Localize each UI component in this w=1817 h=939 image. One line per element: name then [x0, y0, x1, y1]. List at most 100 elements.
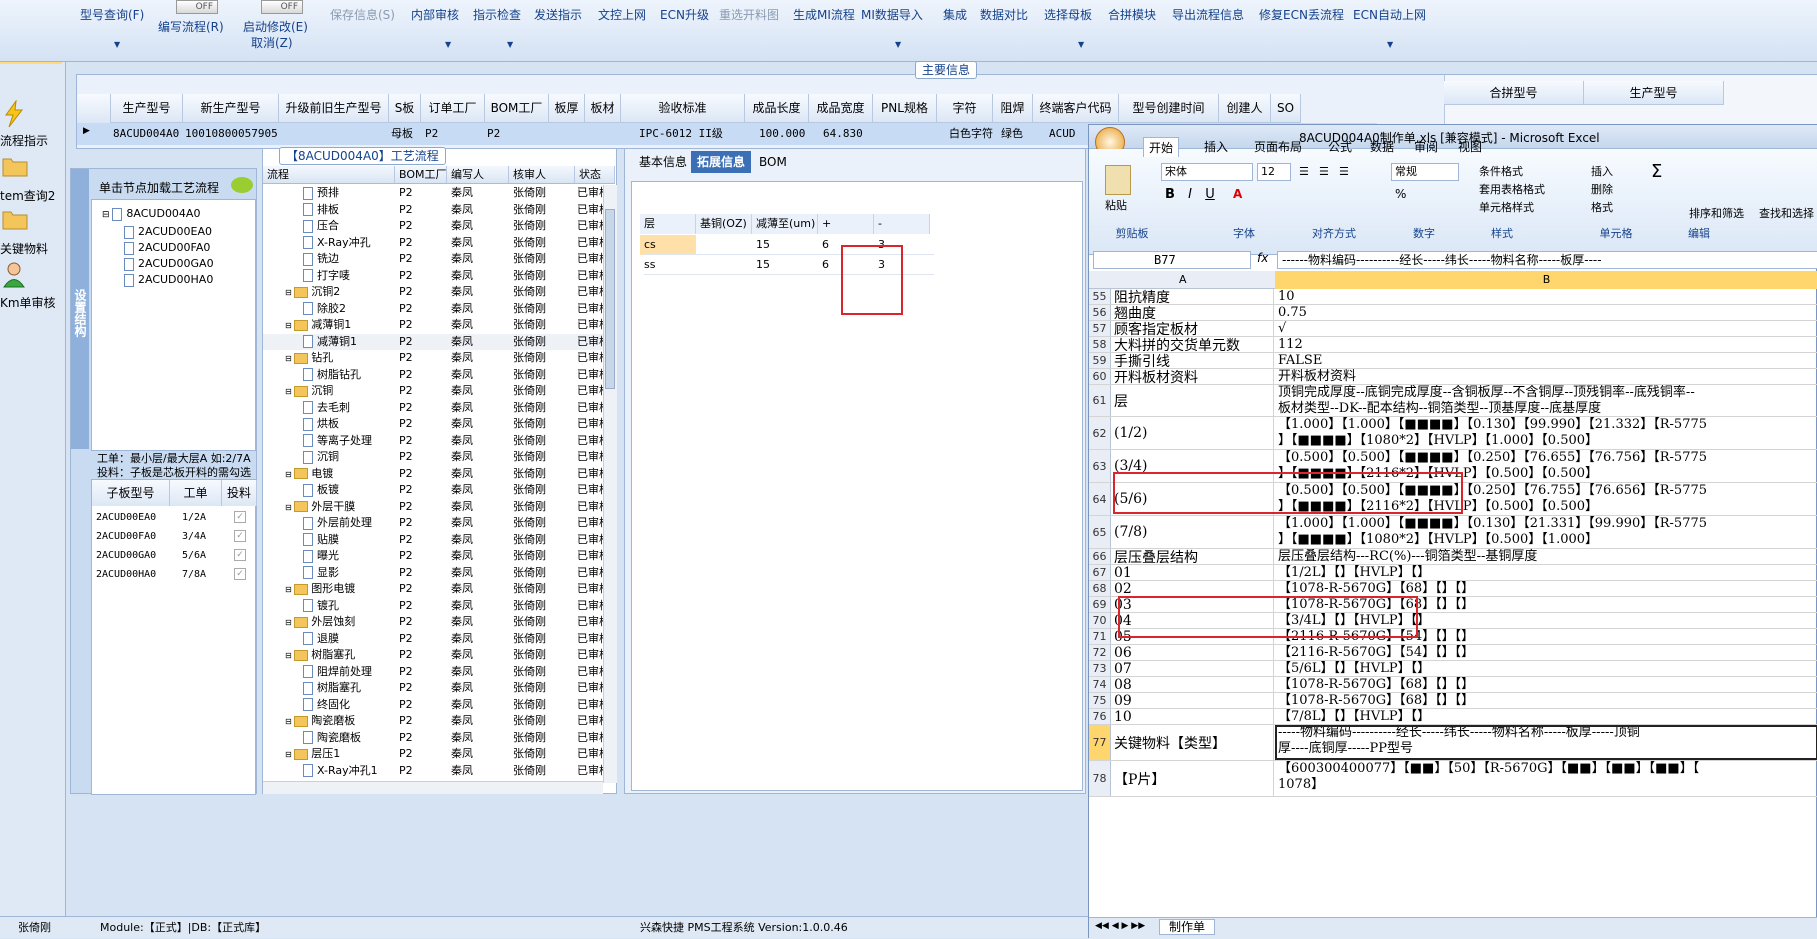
- column-header[interactable]: 生产型号: [111, 94, 183, 123]
- formula-bar[interactable]: ------物料编码----------经长-----纬长-----物料名称--…: [1277, 251, 1817, 269]
- row-number[interactable]: 76: [1089, 709, 1111, 724]
- cell-a[interactable]: 大料拼的交货单元数: [1111, 337, 1274, 352]
- style-menu-1[interactable]: 套用表格格式: [1479, 181, 1545, 197]
- cell-b[interactable]: 【2116-R-5670G】【54】【】【】: [1275, 645, 1817, 660]
- toolbar-button-14[interactable]: 选择母板: [1044, 6, 1092, 23]
- column-b-header[interactable]: B: [1275, 271, 1817, 289]
- excel-row[interactable]: 67 01 【1/2L】【】【HVLP】【】: [1089, 565, 1817, 581]
- toggle-switch[interactable]: OFF: [261, 0, 303, 14]
- cells-menu-1[interactable]: 删除: [1591, 181, 1613, 197]
- flow-column-header[interactable]: BOM工厂: [395, 166, 447, 184]
- cell-a[interactable]: 关键物料【类型】: [1111, 725, 1274, 760]
- name-box[interactable]: B77: [1093, 251, 1251, 269]
- toolbar-button-16[interactable]: 导出流程信息: [1172, 6, 1244, 23]
- cell-a[interactable]: 开料板材资料: [1111, 369, 1274, 384]
- function-icon[interactable]: fx: [1257, 251, 1268, 265]
- column-header[interactable]: SO: [1271, 94, 1301, 123]
- excel-row[interactable]: 78 【P片】 【600300400077】【■■】【50】【R-5670G】【■■…: [1089, 761, 1817, 797]
- vertical-tab-structure[interactable]: 设置结构: [71, 169, 89, 449]
- tree-node[interactable]: 2ACUD00HA0: [124, 270, 213, 289]
- row-number[interactable]: 57: [1089, 321, 1111, 336]
- chevron-down-icon[interactable]: ▼: [1078, 40, 1084, 49]
- column-header[interactable]: 阻焊: [993, 94, 1033, 123]
- toolbar-button-2[interactable]: 启动修改(E): [243, 18, 308, 35]
- excel-row[interactable]: 73 07 【5/6L】【】【HVLP】【】: [1089, 661, 1817, 677]
- chevron-down-icon[interactable]: ▼: [507, 40, 513, 49]
- sheet-nav-icon[interactable]: ◀◀ ◀ ▶ ▶▶: [1095, 921, 1145, 931]
- cell-b[interactable]: 层压叠层结构---RC(%)---铜箔类型--基铜厚度: [1275, 549, 1817, 564]
- row-number[interactable]: 69: [1089, 597, 1111, 612]
- row-number[interactable]: 60: [1089, 369, 1111, 384]
- ribbon-tab-0[interactable]: 开始: [1143, 137, 1180, 157]
- row-number[interactable]: 73: [1089, 661, 1111, 676]
- excel-row[interactable]: 61 层顶铜完成厚度--底铜完成厚度--含铜板厚--不含铜厚--顶残铜率--底残铜…: [1089, 385, 1817, 417]
- copper-cell[interactable]: [700, 235, 756, 255]
- cell-b[interactable]: 顶铜完成厚度--底铜完成厚度--含铜板厚--不含铜厚--顶残铜率--底残铜率--…: [1275, 385, 1817, 416]
- sheet-tab[interactable]: 制作单: [1159, 919, 1215, 935]
- column-header[interactable]: 板厚: [549, 94, 585, 123]
- merge-column-header[interactable]: 生产型号: [1584, 81, 1724, 105]
- flow-column-header[interactable]: 核审人: [509, 166, 575, 184]
- toggle-switch[interactable]: OFF: [176, 0, 218, 14]
- nav-item-3[interactable]: 流程指示: [0, 99, 62, 154]
- merge-column-header[interactable]: 合拼型号: [1444, 81, 1584, 105]
- excel-row[interactable]: 65 (7/8) 【1.000】【1.000】【■■■■】【0.130】【21.33…: [1089, 516, 1817, 549]
- copper-column-header[interactable]: 基铜(OZ): [696, 214, 752, 234]
- chevron-down-icon[interactable]: ▼: [1387, 40, 1393, 49]
- chevron-down-icon[interactable]: ▼: [445, 40, 451, 49]
- cell-a[interactable]: 02: [1111, 581, 1274, 596]
- cell-a[interactable]: 手撕引线: [1111, 353, 1274, 368]
- cell-a[interactable]: 【P片】: [1111, 761, 1274, 796]
- nav-item-6[interactable]: Km单审核: [0, 262, 62, 316]
- excel-row[interactable]: 74 08 【1078-R-5670G】【68】【】【】: [1089, 677, 1817, 693]
- copper-cell[interactable]: cs: [644, 235, 700, 255]
- toolbar-button-7[interactable]: 文控上网: [598, 6, 646, 23]
- column-header[interactable]: 升级前旧生产型号: [279, 94, 389, 123]
- column-header[interactable]: 终端客户代码: [1033, 94, 1119, 123]
- excel-row[interactable]: 76 10 【7/8L】【】【HVLP】【】: [1089, 709, 1817, 725]
- excel-row[interactable]: 55 阻抗精度 10: [1089, 289, 1817, 305]
- cell-b[interactable]: 【5/6L】【】【HVLP】【】: [1275, 661, 1817, 676]
- toolbar-button-6[interactable]: 发送指示: [534, 6, 582, 23]
- sub-column-header[interactable]: 投料: [222, 480, 257, 506]
- ribbon-tab-6[interactable]: 视图: [1453, 137, 1487, 157]
- row-number[interactable]: 56: [1089, 305, 1111, 320]
- copper-column-header[interactable]: 减薄至(um): [752, 214, 818, 234]
- detail-tab-1[interactable]: 拓展信息: [691, 151, 752, 173]
- autosum-icon[interactable]: Σ: [1651, 161, 1662, 182]
- excel-row[interactable]: 72 06 【2116-R-5670G】【54】【】【】: [1089, 645, 1817, 661]
- excel-row[interactable]: 57 顾客指定板材 √: [1089, 321, 1817, 337]
- font-name-select[interactable]: 宋体: [1161, 163, 1253, 181]
- row-number[interactable]: 67: [1089, 565, 1111, 580]
- cell-a[interactable]: 09: [1111, 693, 1274, 708]
- row-number[interactable]: 64: [1089, 483, 1111, 515]
- cell-a[interactable]: 层: [1111, 385, 1274, 416]
- cell-a[interactable]: 10: [1111, 709, 1274, 724]
- ribbon-tab-2[interactable]: 页面布局: [1249, 137, 1307, 157]
- chevron-down-icon[interactable]: ▼: [114, 40, 120, 49]
- cell-b[interactable]: 【7/8L】【】【HVLP】【】: [1275, 709, 1817, 724]
- sub-column-header[interactable]: 子板型号: [92, 480, 170, 506]
- cell-a[interactable]: 07: [1111, 661, 1274, 676]
- sort-filter-button[interactable]: 排序和筛选: [1689, 205, 1744, 221]
- column-header[interactable]: S板: [389, 94, 421, 123]
- cell-b[interactable]: FALSE: [1275, 353, 1817, 368]
- font-size-select[interactable]: 12: [1257, 163, 1291, 181]
- style-menu-0[interactable]: 条件格式: [1479, 163, 1523, 179]
- toolbar-button-15[interactable]: 合拼模块: [1108, 6, 1156, 23]
- column-header[interactable]: 验收标准: [621, 94, 745, 123]
- right-align-icon[interactable]: ☰: [1339, 165, 1349, 178]
- copper-cell[interactable]: ss: [644, 255, 700, 275]
- row-number[interactable]: 63: [1089, 450, 1111, 482]
- cell-b[interactable]: 【1078-R-5670G】【68】【】【】: [1275, 677, 1817, 692]
- toolbar-button-13[interactable]: 数据对比: [980, 6, 1028, 23]
- cell-a[interactable]: 06: [1111, 645, 1274, 660]
- excel-row[interactable]: 77 关键物料【类型】 -----物料编码----------经长-----纬长--…: [1089, 725, 1817, 761]
- find-select-button[interactable]: 查找和选择: [1759, 205, 1814, 221]
- tree-node-root[interactable]: ⊟ 8ACUD004A0: [102, 204, 200, 223]
- ribbon-tab-4[interactable]: 数据: [1365, 137, 1399, 157]
- chevron-down-icon[interactable]: ▼: [895, 40, 901, 49]
- cell-b[interactable]: 【1.000】【1.000】【■■■■】【0.130】【21.331】【99.9…: [1275, 516, 1817, 548]
- flow-step[interactable]: X-Ray冲孔1: [303, 761, 378, 780]
- detail-tab-0[interactable]: 基本信息: [633, 151, 693, 173]
